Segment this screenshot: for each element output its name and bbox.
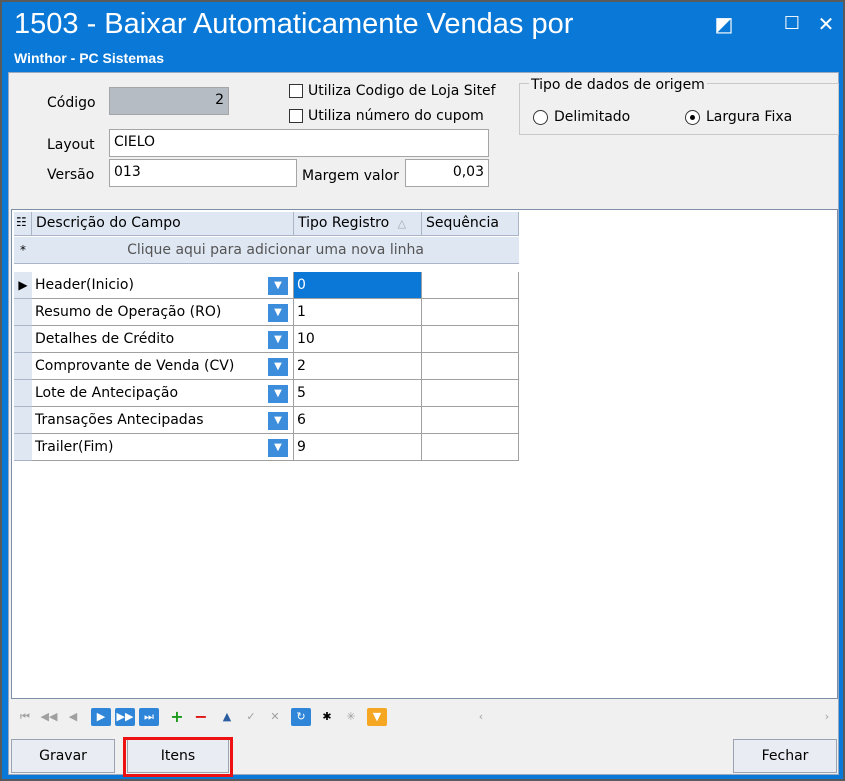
tipo-dados-group-label: Tipo de dados de origem — [529, 77, 707, 93]
radio-icon[interactable] — [533, 109, 548, 125]
dropdown-arrow-icon[interactable]: ▼ — [268, 358, 288, 376]
table-row-sequencia[interactable] — [422, 326, 519, 353]
col-tipo-header[interactable]: Tipo Registro △ — [294, 212, 422, 236]
next-record-icon[interactable]: ▶ — [91, 708, 111, 726]
table-row-descricao[interactable]: Header(Inicio) — [32, 272, 294, 299]
table-row-sequencia[interactable] — [422, 380, 519, 407]
versao-label: Versão — [47, 167, 95, 183]
table-row-descricao[interactable]: Lote de Antecipação — [32, 380, 294, 407]
scroll-left-icon[interactable]: ‹ — [471, 708, 491, 726]
radio-largura-fixa[interactable]: Largura Fixa — [685, 109, 792, 125]
table-row-descricao[interactable]: Resumo de Operação (RO) — [32, 299, 294, 326]
add-record-icon[interactable]: + — [167, 708, 187, 726]
window-subtitle: Winthor - PC Sistemas — [14, 50, 165, 66]
table-row-sequencia[interactable] — [422, 272, 519, 299]
row-selector — [14, 380, 32, 407]
column-chooser-icon[interactable]: ☷ — [14, 212, 32, 236]
table-row-descricao[interactable]: Comprovante de Venda (CV) — [32, 353, 294, 380]
col-tipo-header-label: Tipo Registro — [298, 215, 390, 231]
table-row-descricao[interactable]: Transações Antecipadas — [32, 407, 294, 434]
margem-field[interactable]: 0,03 — [405, 159, 489, 187]
campos-grid: ☷ Descrição do Campo Tipo Registro △ Seq… — [11, 209, 838, 699]
radio-selected-icon[interactable] — [685, 109, 700, 125]
chk-numero-cupom[interactable]: Utiliza número do cupom — [289, 108, 484, 124]
edit-record-icon[interactable]: ▲ — [217, 708, 237, 726]
new-row-text: Clique aqui para adicionar uma nova linh… — [127, 242, 424, 258]
table-row-sequencia[interactable] — [422, 299, 519, 326]
last-page-icon[interactable]: ⏭ — [139, 708, 159, 726]
chk-numero-cupom-label: Utiliza número do cupom — [308, 108, 484, 124]
scroll-right-icon[interactable]: › — [817, 708, 837, 726]
dropdown-arrow-icon[interactable]: ▼ — [268, 412, 288, 430]
post-edit-icon[interactable]: ✓ — [241, 708, 261, 726]
chk-loja-sitef-label: Utiliza Codigo de Loja Sitef — [308, 83, 496, 99]
table-row-descricao[interactable]: Trailer(Fim) — [32, 434, 294, 461]
goto-bookmark-icon[interactable]: ✳ — [341, 708, 361, 726]
chk-loja-sitef[interactable]: Utiliza Codigo de Loja Sitef — [289, 83, 496, 99]
row-indicator-icon: ▶ — [14, 272, 32, 299]
first-page-icon[interactable]: ⏮ — [15, 708, 35, 726]
table-row-sequencia[interactable] — [422, 353, 519, 380]
col-sequencia-header[interactable]: Sequência — [422, 212, 519, 236]
row-selector — [14, 299, 32, 326]
checkbox-icon[interactable] — [289, 109, 303, 123]
radio-largura-fixa-label: Largura Fixa — [706, 109, 793, 125]
row-selector — [14, 407, 32, 434]
radio-delimitado[interactable]: Delimitado — [533, 109, 630, 125]
prev-record-icon[interactable]: ◀ — [63, 708, 83, 726]
app-window: 1503 - Baixar Automaticamente Vendas por… — [0, 0, 845, 781]
table-row-tipo[interactable]: 6 — [294, 407, 422, 434]
highlight-box — [123, 737, 233, 777]
row-selector — [14, 434, 32, 461]
margem-label: Margem valor — [302, 168, 399, 184]
dropdown-arrow-icon[interactable]: ▼ — [268, 439, 288, 457]
new-row-marker: * — [14, 237, 32, 264]
restore-icon[interactable]: ◩ — [710, 10, 738, 38]
table-row-sequencia[interactable] — [422, 407, 519, 434]
dropdown-arrow-icon[interactable]: ▼ — [268, 331, 288, 349]
gravar-button[interactable]: Gravar — [11, 739, 115, 773]
dropdown-arrow-icon[interactable]: ▼ — [268, 277, 288, 295]
prev-page-icon[interactable]: ◀◀ — [39, 708, 59, 726]
table-row-tipo[interactable]: 1 — [294, 299, 422, 326]
codigo-field[interactable]: 2 — [109, 87, 229, 115]
table-row-sequencia[interactable] — [422, 434, 519, 461]
table-row-tipo[interactable]: 9 — [294, 434, 422, 461]
checkbox-icon[interactable] — [289, 84, 303, 98]
bookmark-icon[interactable]: ✱ — [317, 708, 337, 726]
radio-delimitado-label: Delimitado — [554, 109, 631, 125]
table-row-descricao[interactable]: Detalhes de Crédito — [32, 326, 294, 353]
cancel-edit-icon[interactable]: ✕ — [265, 708, 285, 726]
grid-navigator: ⏮ ◀◀ ◀ ▶ ▶▶ ⏭ + − ▲ ✓ ✕ ↻ ✱ ✳ ▼ ‹ › — [11, 704, 838, 730]
table-row-tipo[interactable]: 2 — [294, 353, 422, 380]
refresh-icon[interactable]: ↻ — [291, 708, 311, 726]
fechar-button[interactable]: Fechar — [733, 739, 837, 773]
row-selector — [14, 353, 32, 380]
layout-label: Layout — [47, 137, 95, 153]
sort-ascending-icon: △ — [397, 217, 407, 230]
codigo-label: Código — [47, 95, 96, 111]
maximize-icon[interactable]: ☐ — [778, 10, 806, 38]
delete-record-icon[interactable]: − — [191, 708, 211, 726]
window-title: 1503 - Baixar Automaticamente Vendas por — [14, 8, 574, 40]
layout-field[interactable]: CIELO — [109, 129, 489, 157]
dropdown-arrow-icon[interactable]: ▼ — [268, 304, 288, 322]
close-icon[interactable]: ✕ — [812, 10, 840, 38]
filter-icon[interactable]: ▼ — [367, 708, 387, 726]
versao-field[interactable]: 013 — [109, 159, 297, 187]
dropdown-arrow-icon[interactable]: ▼ — [268, 385, 288, 403]
new-row[interactable]: Clique aqui para adicionar uma nova linh… — [32, 237, 519, 264]
next-page-icon[interactable]: ▶▶ — [115, 708, 135, 726]
col-descricao-header[interactable]: Descrição do Campo — [32, 212, 294, 236]
form-client-area: Código 2 Utiliza Codigo de Loja Sitef Ut… — [8, 72, 839, 777]
table-row-tipo[interactable]: 0 — [294, 272, 422, 299]
row-selector — [14, 326, 32, 353]
table-row-tipo[interactable]: 5 — [294, 380, 422, 407]
table-row-tipo[interactable]: 10 — [294, 326, 422, 353]
